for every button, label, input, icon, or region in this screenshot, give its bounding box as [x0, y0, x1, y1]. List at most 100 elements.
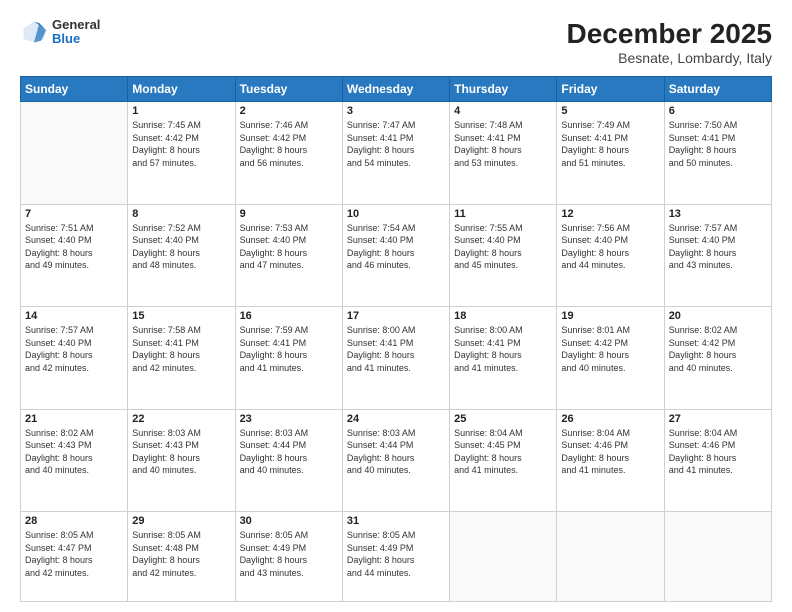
day-info: Sunrise: 7:52 AMSunset: 4:40 PMDaylight:… — [132, 222, 230, 272]
table-row: 9 Sunrise: 7:53 AMSunset: 4:40 PMDaylight… — [235, 204, 342, 307]
day-info: Sunrise: 8:05 AMSunset: 4:49 PMDaylight:… — [347, 529, 445, 579]
day-number: 11 — [454, 208, 552, 220]
day-number: 5 — [561, 105, 659, 117]
table-row: 13 Sunrise: 7:57 AMSunset: 4:40 PMDayligh… — [664, 204, 771, 307]
logo-icon — [20, 18, 48, 46]
col-saturday: Saturday — [664, 77, 771, 102]
day-info: Sunrise: 7:45 AMSunset: 4:42 PMDaylight:… — [132, 119, 230, 169]
day-info: Sunrise: 8:05 AMSunset: 4:47 PMDaylight:… — [25, 529, 123, 579]
day-info: Sunrise: 7:49 AMSunset: 4:41 PMDaylight:… — [561, 119, 659, 169]
day-info: Sunrise: 7:51 AMSunset: 4:40 PMDaylight:… — [25, 222, 123, 272]
title-block: December 2025 Besnate, Lombardy, Italy — [567, 18, 772, 66]
day-number: 28 — [25, 515, 123, 527]
day-number: 31 — [347, 515, 445, 527]
table-row: 1Sunrise: 7:45 AMSunset: 4:42 PMDaylight… — [128, 102, 235, 205]
day-number: 15 — [132, 310, 230, 322]
day-info: Sunrise: 8:01 AMSunset: 4:42 PMDaylight:… — [561, 324, 659, 374]
day-info: Sunrise: 8:05 AMSunset: 4:48 PMDaylight:… — [132, 529, 230, 579]
table-row: 15 Sunrise: 7:58 AMSunset: 4:41 PMDayligh… — [128, 307, 235, 410]
table-row: 31 Sunrise: 8:05 AMSunset: 4:49 PMDayligh… — [342, 512, 449, 602]
day-info: Sunrise: 7:57 AMSunset: 4:40 PMDaylight:… — [25, 324, 123, 374]
day-number: 4 — [454, 105, 552, 117]
day-number: 23 — [240, 413, 338, 425]
day-info: Sunrise: 8:04 AMSunset: 4:46 PMDaylight:… — [669, 427, 767, 477]
table-row: 11 Sunrise: 7:55 AMSunset: 4:40 PMDayligh… — [450, 204, 557, 307]
table-row: 19Sunrise: 8:01 AMSunset: 4:42 PMDayligh… — [557, 307, 664, 410]
header: General Blue December 2025 Besnate, Lomb… — [20, 18, 772, 66]
table-row: 20 Sunrise: 8:02 AMSunset: 4:42 PMDayligh… — [664, 307, 771, 410]
day-info: Sunrise: 7:56 AMSunset: 4:40 PMDaylight:… — [561, 222, 659, 272]
day-info: Sunrise: 7:46 AMSunset: 4:42 PMDaylight:… — [240, 119, 338, 169]
day-info: Sunrise: 8:03 AMSunset: 4:43 PMDaylight:… — [132, 427, 230, 477]
month-year: December 2025 — [567, 18, 772, 50]
day-number: 22 — [132, 413, 230, 425]
day-number: 6 — [669, 105, 767, 117]
calendar-table: Sunday Monday Tuesday Wednesday Thursday… — [20, 76, 772, 602]
day-number: 25 — [454, 413, 552, 425]
table-row — [664, 512, 771, 602]
logo: General Blue — [20, 18, 100, 47]
day-number: 29 — [132, 515, 230, 527]
col-monday: Monday — [128, 77, 235, 102]
table-row: 24Sunrise: 8:03 AMSunset: 4:44 PMDayligh… — [342, 409, 449, 512]
day-number: 20 — [669, 310, 767, 322]
logo-blue: Blue — [52, 32, 100, 46]
day-info: Sunrise: 8:02 AMSunset: 4:42 PMDaylight:… — [669, 324, 767, 374]
col-thursday: Thursday — [450, 77, 557, 102]
table-row: 2 Sunrise: 7:46 AMSunset: 4:42 PMDaylight… — [235, 102, 342, 205]
day-number: 21 — [25, 413, 123, 425]
day-info: Sunrise: 7:59 AMSunset: 4:41 PMDaylight:… — [240, 324, 338, 374]
calendar-header-row: Sunday Monday Tuesday Wednesday Thursday… — [21, 77, 772, 102]
table-row: 17 Sunrise: 8:00 AMSunset: 4:41 PMDayligh… — [342, 307, 449, 410]
location: Besnate, Lombardy, Italy — [567, 50, 772, 66]
day-number: 17 — [347, 310, 445, 322]
col-tuesday: Tuesday — [235, 77, 342, 102]
table-row: 6Sunrise: 7:50 AMSunset: 4:41 PMDaylight… — [664, 102, 771, 205]
table-row: 23 Sunrise: 8:03 AMSunset: 4:44 PMDayligh… — [235, 409, 342, 512]
table-row: 25 Sunrise: 8:04 AMSunset: 4:45 PMDayligh… — [450, 409, 557, 512]
day-info: Sunrise: 8:03 AMSunset: 4:44 PMDaylight:… — [240, 427, 338, 477]
day-info: Sunrise: 8:03 AMSunset: 4:44 PMDaylight:… — [347, 427, 445, 477]
day-info: Sunrise: 8:05 AMSunset: 4:49 PMDaylight:… — [240, 529, 338, 579]
day-number: 27 — [669, 413, 767, 425]
table-row: 8 Sunrise: 7:52 AMSunset: 4:40 PMDaylight… — [128, 204, 235, 307]
day-number: 7 — [25, 208, 123, 220]
day-info: Sunrise: 7:57 AMSunset: 4:40 PMDaylight:… — [669, 222, 767, 272]
day-number: 14 — [25, 310, 123, 322]
table-row: 4 Sunrise: 7:48 AMSunset: 4:41 PMDaylight… — [450, 102, 557, 205]
day-number: 9 — [240, 208, 338, 220]
day-info: Sunrise: 7:58 AMSunset: 4:41 PMDaylight:… — [132, 324, 230, 374]
col-sunday: Sunday — [21, 77, 128, 102]
day-info: Sunrise: 7:48 AMSunset: 4:41 PMDaylight:… — [454, 119, 552, 169]
table-row: 5 Sunrise: 7:49 AMSunset: 4:41 PMDaylight… — [557, 102, 664, 205]
day-number: 3 — [347, 105, 445, 117]
table-row: 29 Sunrise: 8:05 AMSunset: 4:48 PMDayligh… — [128, 512, 235, 602]
day-info: Sunrise: 7:55 AMSunset: 4:40 PMDaylight:… — [454, 222, 552, 272]
day-info: Sunrise: 8:04 AMSunset: 4:45 PMDaylight:… — [454, 427, 552, 477]
col-wednesday: Wednesday — [342, 77, 449, 102]
day-number: 12 — [561, 208, 659, 220]
table-row: 26Sunrise: 8:04 AMSunset: 4:46 PMDayligh… — [557, 409, 664, 512]
table-row: 16 Sunrise: 7:59 AMSunset: 4:41 PMDayligh… — [235, 307, 342, 410]
table-row: 14 Sunrise: 7:57 AMSunset: 4:40 PMDayligh… — [21, 307, 128, 410]
day-info: Sunrise: 7:53 AMSunset: 4:40 PMDaylight:… — [240, 222, 338, 272]
day-number: 16 — [240, 310, 338, 322]
table-row: 27 Sunrise: 8:04 AMSunset: 4:46 PMDayligh… — [664, 409, 771, 512]
table-row: 22 Sunrise: 8:03 AMSunset: 4:43 PMDayligh… — [128, 409, 235, 512]
table-row — [21, 102, 128, 205]
day-number: 8 — [132, 208, 230, 220]
day-number: 26 — [561, 413, 659, 425]
table-row: 10Sunrise: 7:54 AMSunset: 4:40 PMDayligh… — [342, 204, 449, 307]
day-number: 2 — [240, 105, 338, 117]
day-info: Sunrise: 8:00 AMSunset: 4:41 PMDaylight:… — [347, 324, 445, 374]
day-info: Sunrise: 7:47 AMSunset: 4:41 PMDaylight:… — [347, 119, 445, 169]
day-number: 10 — [347, 208, 445, 220]
table-row: 12 Sunrise: 7:56 AMSunset: 4:40 PMDayligh… — [557, 204, 664, 307]
table-row: 21 Sunrise: 8:02 AMSunset: 4:43 PMDayligh… — [21, 409, 128, 512]
table-row: 30Sunrise: 8:05 AMSunset: 4:49 PMDayligh… — [235, 512, 342, 602]
day-number: 13 — [669, 208, 767, 220]
day-info: Sunrise: 8:02 AMSunset: 4:43 PMDaylight:… — [25, 427, 123, 477]
table-row: 3 Sunrise: 7:47 AMSunset: 4:41 PMDaylight… — [342, 102, 449, 205]
table-row: 18Sunrise: 8:00 AMSunset: 4:41 PMDayligh… — [450, 307, 557, 410]
day-number: 18 — [454, 310, 552, 322]
